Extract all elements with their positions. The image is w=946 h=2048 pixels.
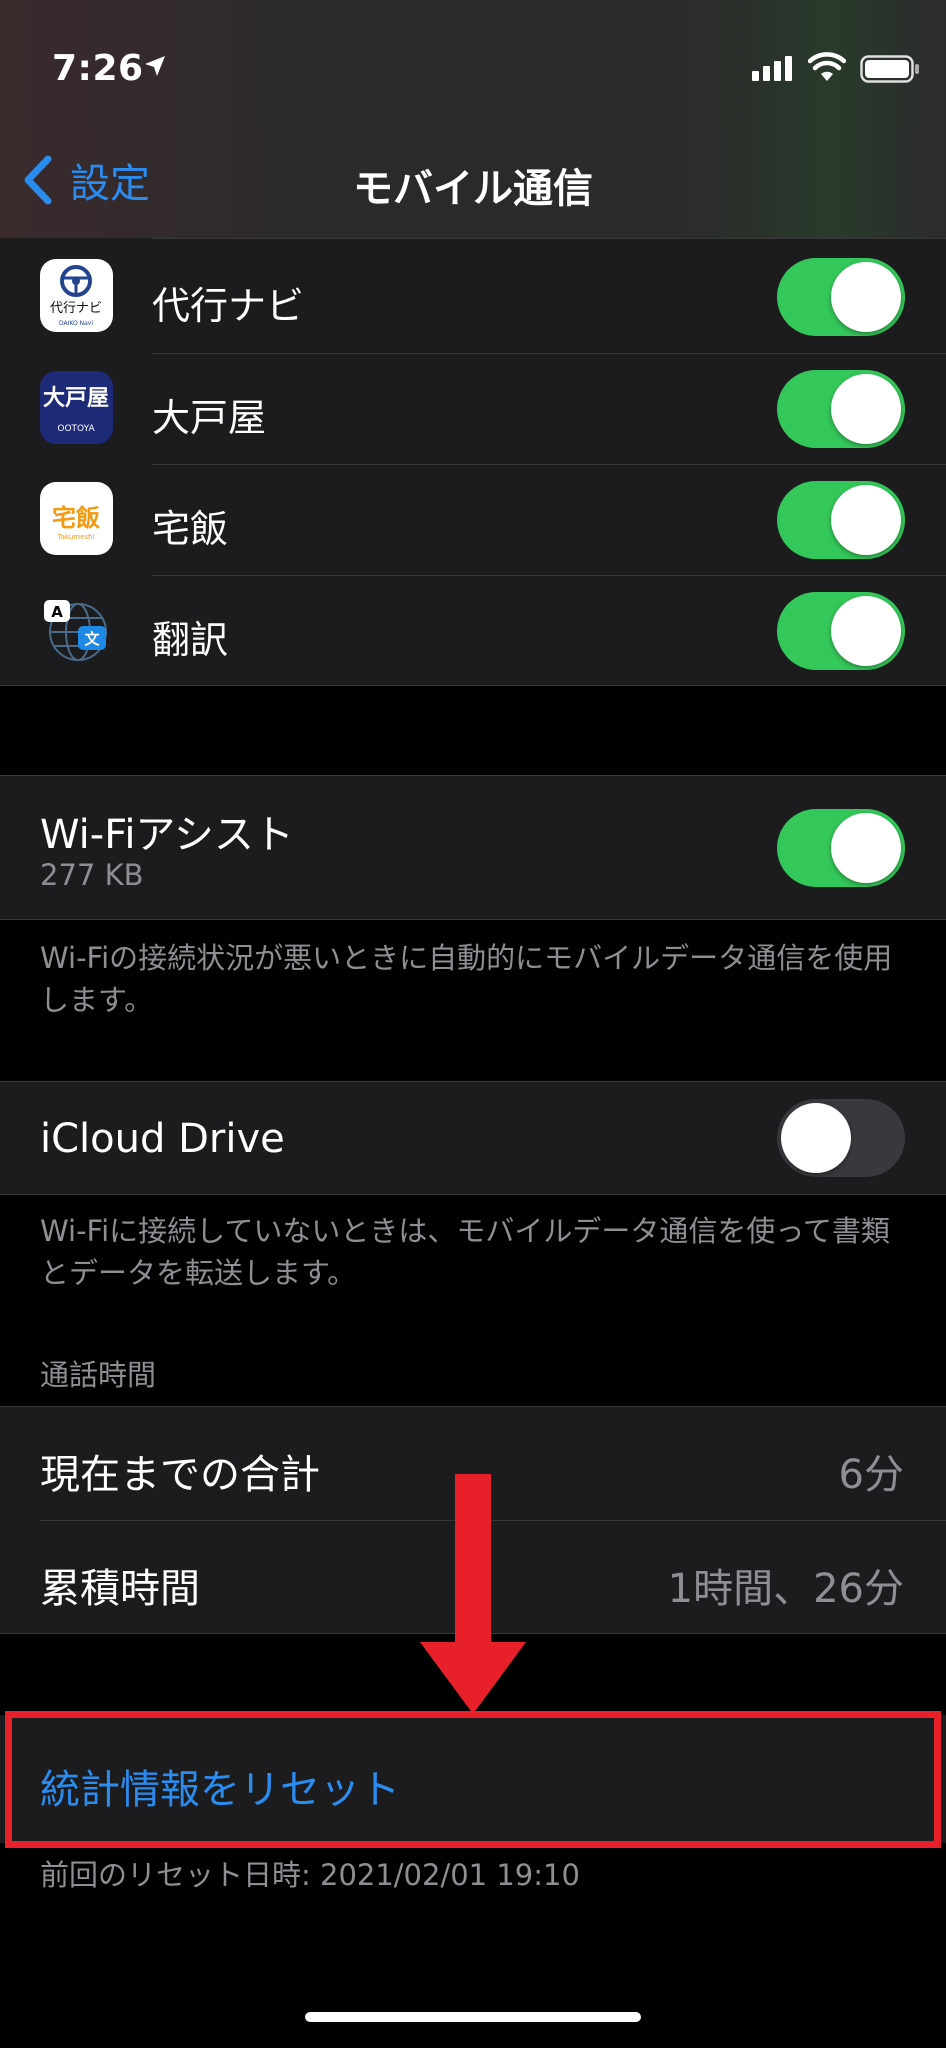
takumeshi-toggle[interactable] <box>777 481 905 559</box>
battery-icon <box>860 55 919 83</box>
list-item-takumeshi: 宅飯 Takumeshi 宅飯 <box>0 465 946 576</box>
ootoya-logo-icon: 大戸屋 OOTOYA <box>43 385 109 434</box>
takumeshi-logo-icon: 宅飯 Takumeshi <box>52 504 100 541</box>
list-item-translate: A 文 翻訳 <box>0 576 946 686</box>
svg-text:A: A <box>51 603 63 621</box>
wifi-assist-footer: Wi-Fiの接続状況が悪いときに自動的にモバイルデータ通信を使用します。 <box>40 941 893 1017</box>
app-list: 代行ナビ DAIKO Navi 代行ナビ 大戸屋 OOTOYA 大戸屋 宅飯 T… <box>0 238 946 686</box>
lifetime-label: 累積時間 <box>40 1566 200 1612</box>
page-title: モバイル通信 <box>353 166 593 212</box>
last-reset-text: 前回のリセット日時: 2021/02/01 19:10 <box>40 1858 580 1892</box>
home-indicator[interactable] <box>305 2012 641 2022</box>
navigation-header: 7:26 設定 モバイル通信 <box>0 0 946 238</box>
daiko-navi-toggle[interactable] <box>777 258 905 336</box>
app-label: 大戸屋 <box>152 396 267 440</box>
icon-caption: 大戸屋 <box>43 385 109 411</box>
icloud-drive-group: iCloud Drive <box>0 1081 946 1195</box>
icon-subcaption: DAIKO Navi <box>59 320 93 327</box>
wifi-icon <box>808 52 846 81</box>
location-arrow-icon <box>145 56 165 76</box>
app-label: 翻訳 <box>152 618 229 662</box>
list-item-daiko-navi: 代行ナビ DAIKO Navi 代行ナビ <box>0 238 946 354</box>
call-time-header: 通話時間 <box>40 1358 157 1392</box>
status-time: 7:26 <box>52 48 144 89</box>
list-item-ootoya: 大戸屋 OOTOYA 大戸屋 <box>0 354 946 465</box>
steering-wheel-icon: 代行ナビ DAIKO Navi <box>50 265 102 327</box>
translate-toggle[interactable] <box>777 592 905 670</box>
wifi-assist-toggle[interactable] <box>777 809 905 887</box>
highlight-box <box>5 1711 941 1848</box>
icloud-drive-toggle[interactable] <box>777 1099 905 1177</box>
current-total-value: 6分 <box>838 1452 904 1498</box>
svg-text:文: 文 <box>84 630 100 648</box>
translate-app-icon: A 文 <box>40 594 113 667</box>
ootoya-app-icon: 大戸屋 OOTOYA <box>40 371 113 444</box>
annotation-arrow <box>420 1474 526 1714</box>
current-total-label: 現在までの合計 <box>40 1452 320 1498</box>
icon-subcaption: Takumeshi <box>57 533 95 541</box>
takumeshi-app-icon: 宅飯 Takumeshi <box>40 482 113 555</box>
wifi-assist-group: Wi-Fiアシスト 277 KB <box>0 775 946 920</box>
icon-caption: 代行ナビ <box>50 301 102 316</box>
app-label: 代行ナビ <box>152 284 305 328</box>
app-label: 宅飯 <box>152 507 229 551</box>
icloud-drive-footer: Wi-Fiに接続していないときは、モバイルデータ通信を使って書類とデータを転送し… <box>40 1214 890 1290</box>
icon-caption: 宅飯 <box>52 504 100 532</box>
globe-icon: A 文 <box>44 600 107 661</box>
ootoya-toggle[interactable] <box>777 370 905 448</box>
daiko-navi-app-icon: 代行ナビ DAIKO Navi <box>40 259 113 332</box>
divider <box>0 685 946 686</box>
cellular-signal-icon <box>752 56 792 81</box>
lifetime-value: 1時間、26分 <box>667 1566 904 1612</box>
icloud-drive-label: iCloud Drive <box>40 1116 285 1162</box>
wifi-assist-usage: 277 KB <box>40 858 144 892</box>
wifi-assist-label: Wi-Fiアシスト <box>40 812 294 858</box>
icon-subcaption: OOTOYA <box>57 424 95 434</box>
